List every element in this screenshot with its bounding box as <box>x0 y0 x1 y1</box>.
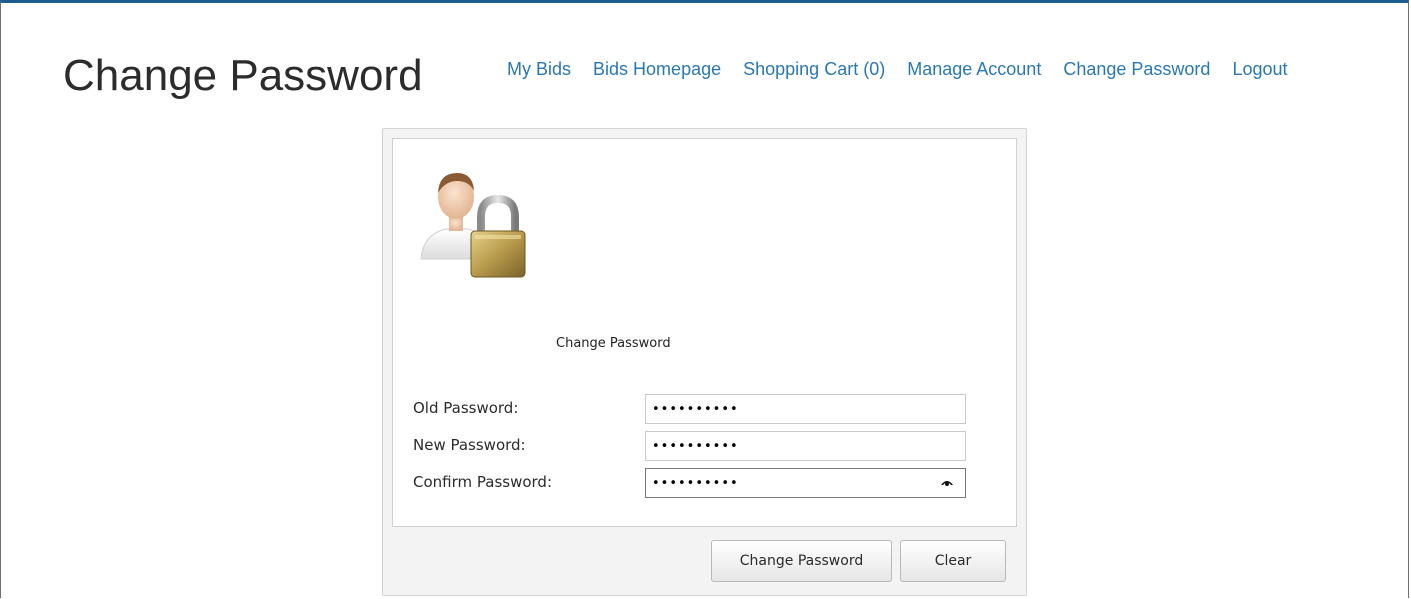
old-password-input[interactable] <box>652 397 932 421</box>
new-password-input[interactable] <box>652 434 932 458</box>
new-password-label: New Password: <box>413 436 526 454</box>
page-title: Change Password <box>63 51 423 100</box>
change-password-button[interactable]: Change Password <box>711 540 892 582</box>
user-lock-icon <box>420 173 526 278</box>
clear-button[interactable]: Clear <box>900 540 1006 582</box>
confirm-password-label: Confirm Password: <box>413 473 553 491</box>
old-password-field[interactable] <box>645 394 966 424</box>
nav-link-bids-homepage[interactable]: Bids Homepage <box>593 59 721 80</box>
confirm-password-field[interactable] <box>645 468 966 498</box>
form-subtitle: Change Password <box>556 336 671 351</box>
nav-link-my-bids[interactable]: My Bids <box>507 59 571 80</box>
form-body: Change Password Old Password: New Passwo… <box>392 138 1017 527</box>
nav-link-logout[interactable]: Logout <box>1232 59 1287 80</box>
top-nav: My Bids Bids Homepage Shopping Cart (0) … <box>507 59 1288 80</box>
change-password-panel: Change Password Old Password: New Passwo… <box>382 128 1027 596</box>
new-password-field[interactable] <box>645 431 966 461</box>
nav-link-change-password[interactable]: Change Password <box>1063 59 1210 80</box>
reveal-password-eye-icon[interactable] <box>941 479 953 487</box>
confirm-password-input[interactable] <box>652 471 932 495</box>
old-password-label: Old Password: <box>413 399 519 417</box>
nav-link-manage-account[interactable]: Manage Account <box>907 59 1041 80</box>
nav-link-shopping-cart[interactable]: Shopping Cart (0) <box>743 59 885 80</box>
